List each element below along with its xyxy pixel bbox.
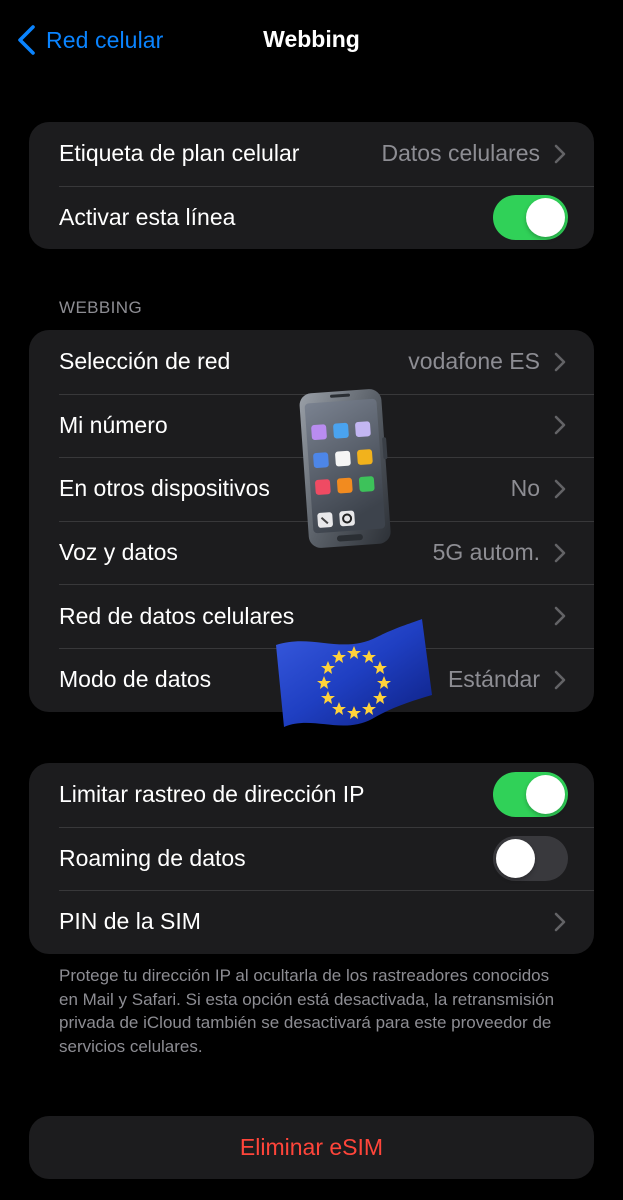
cellular-data-network-row[interactable]: Red de datos celulares [29,584,594,648]
privacy-settings-group: Limitar rastreo de dirección IP Roaming … [29,763,594,954]
row-value: Estándar [447,666,540,693]
delete-esim-label: Eliminar eSIM [239,1134,384,1160]
chevron-right-icon [554,606,566,626]
limit-ip-tracking-row: Limitar rastreo de dirección IP [29,763,594,827]
plan-label-value: Datos celulares [381,140,540,167]
chevron-right-icon [554,543,566,562]
sim-pin-row[interactable]: PIN de la SIM [29,890,594,954]
voice-and-data-row[interactable]: Voz y datos 5G autom. [29,520,594,585]
page-title: Webbing [263,26,360,52]
data-mode-row[interactable]: Modo de datos Estándar [29,647,594,712]
chevron-right-icon [554,352,566,372]
ip-tracking-footer-note: Protege tu dirección IP al ocultarla de … [59,966,555,1056]
toggle-knob [526,197,565,237]
plan-label-row[interactable]: Etiqueta de plan celular Datos celulares [29,122,594,186]
row-value: vodafone ES [408,348,540,375]
data-roaming-row: Roaming de datos [29,826,594,891]
activate-line-toggle[interactable] [493,194,568,240]
row-label: Mi número [59,411,168,438]
row-label: Red de datos celulares [59,602,295,629]
data-roaming-toggle[interactable] [493,835,568,881]
my-number-row[interactable]: Mi número [29,393,594,458]
row-label: Limitar rastreo de dirección IP [59,781,365,808]
row-label: Voz y datos [59,539,178,566]
limit-ip-tracking-toggle[interactable] [493,772,568,818]
toggle-knob [526,775,565,815]
row-label: En otros dispositivos [59,475,270,502]
chevron-right-icon [554,670,566,690]
row-label: Selección de red [59,348,231,375]
plan-settings-group: Etiqueta de plan celular Datos celulares… [29,122,594,250]
chevron-right-icon [554,479,566,499]
other-devices-row[interactable]: En otros dispositivos No [29,457,594,521]
chevron-right-icon [554,416,566,435]
row-label: PIN de la SIM [59,908,201,935]
webbing-section-header: WEBBING [59,298,143,317]
toggle-knob [496,838,535,878]
activate-line-label: Activar esta línea [59,203,236,230]
cellular-line-settings-screen: Red celular Webbing Etiqueta de plan cel… [0,0,623,1200]
activate-line-row: Activar esta línea [29,185,594,250]
row-label: Roaming de datos [59,844,246,871]
row-value: No [510,475,540,502]
plan-label-label: Etiqueta de plan celular [59,140,300,167]
navigation-bar: Red celular Webbing [0,0,623,80]
delete-esim-button[interactable]: Eliminar eSIM [29,1116,594,1179]
chevron-right-icon [554,144,566,164]
chevron-right-icon [554,912,566,932]
network-selection-row[interactable]: Selección de red vodafone ES [29,330,594,394]
row-value: 5G autom. [432,539,540,566]
network-settings-group: Selección de red vodafone ES Mi número E… [29,330,594,712]
row-label: Modo de datos [59,666,212,693]
